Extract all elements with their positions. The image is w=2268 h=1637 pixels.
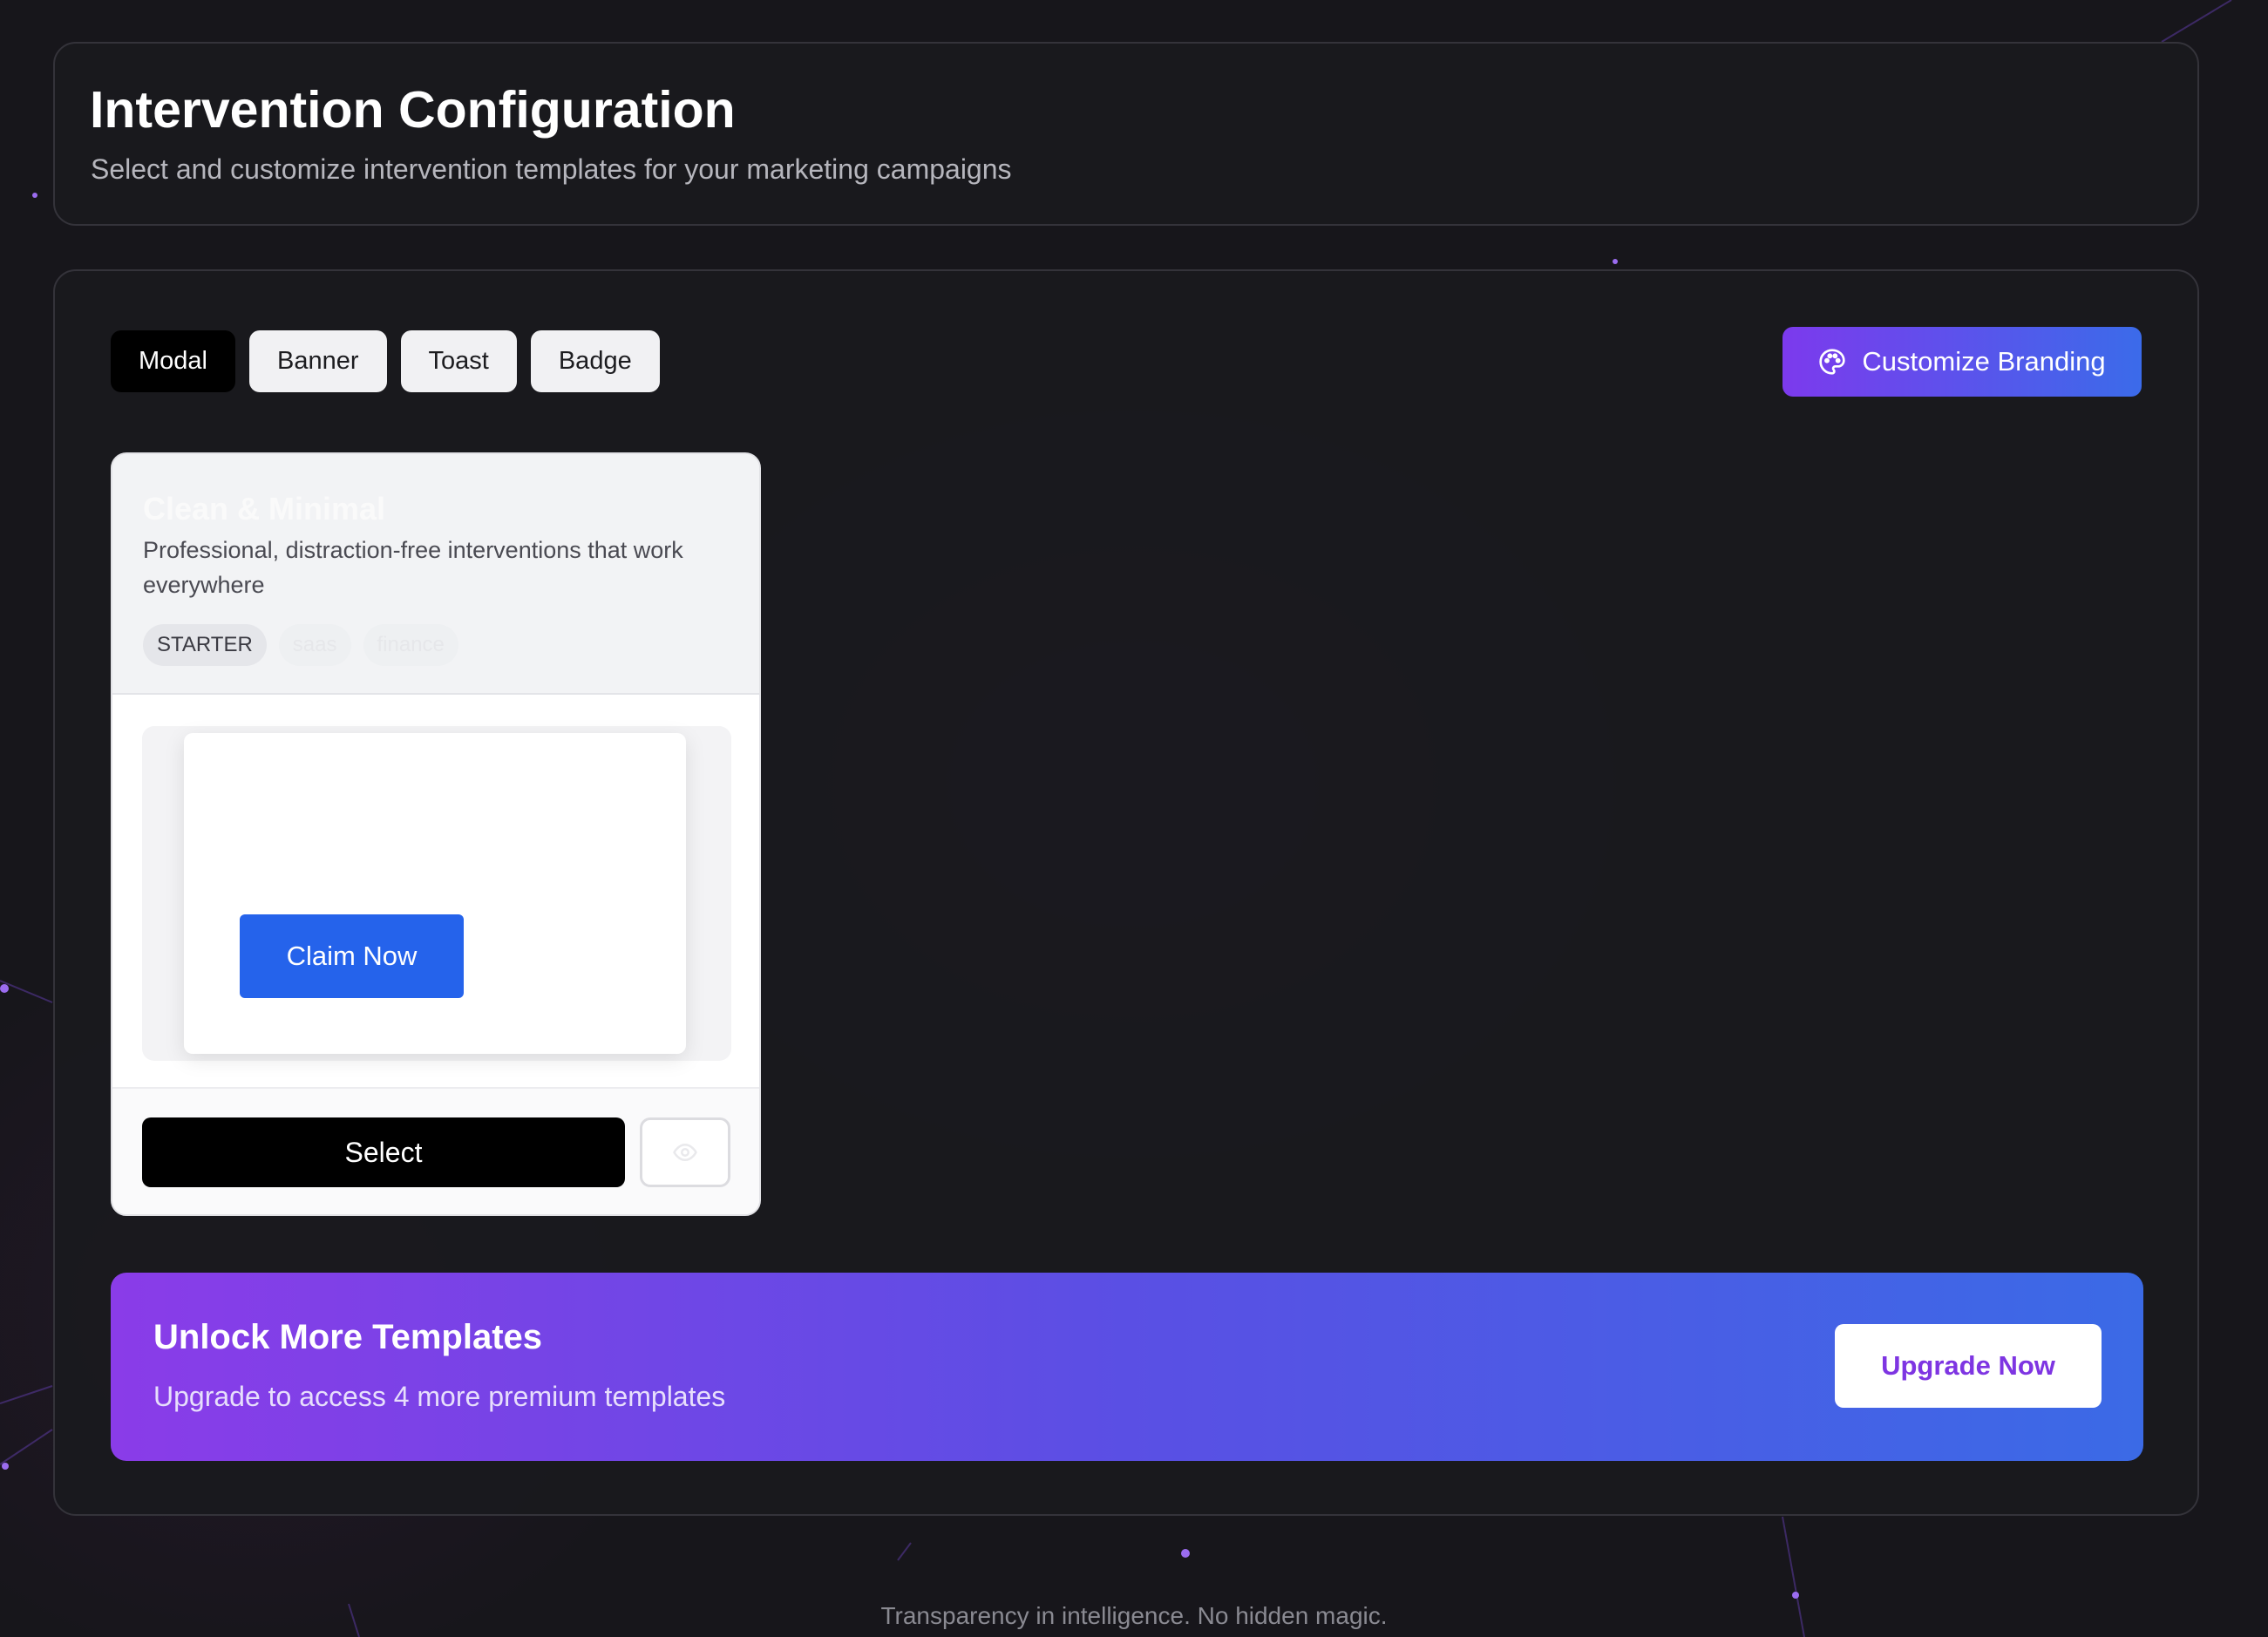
footer-tagline: Transparency in intelligence. No hidden … (880, 1602, 1388, 1629)
preview-cta-button: Claim Now (240, 914, 464, 998)
preview-modal: Claim Now (184, 733, 686, 1054)
palette-icon (1819, 349, 1846, 375)
upgrade-subtitle: Upgrade to access 4 more premium templat… (153, 1381, 726, 1412)
intervention-type-tabs: Modal Banner Toast Badge (111, 330, 660, 392)
select-template-button[interactable]: Select (142, 1117, 625, 1187)
upgrade-now-button[interactable]: Upgrade Now (1835, 1324, 2102, 1408)
template-tags: STARTER saas finance (143, 624, 458, 666)
template-preview: Claim Now (142, 726, 731, 1061)
customize-branding-button[interactable]: Customize Branding (1782, 327, 2142, 397)
header-card: Intervention Configuration Select and cu… (53, 42, 2199, 226)
tab-badge[interactable]: Badge (530, 330, 660, 392)
preview-template-button[interactable] (640, 1117, 730, 1187)
tag-tier: STARTER (143, 624, 267, 666)
template-card-header: Clean & Minimal Professional, distractio… (112, 454, 759, 695)
page-subtitle: Select and customize intervention templa… (91, 153, 1012, 185)
template-card-footer: Select (112, 1087, 759, 1214)
tag-industry: saas (278, 624, 351, 666)
template-card[interactable]: Clean & Minimal Professional, distractio… (111, 452, 761, 1216)
upgrade-banner: Unlock More Templates Upgrade to access … (111, 1273, 2143, 1461)
tab-banner[interactable]: Banner (249, 330, 387, 392)
page-title: Intervention Configuration (90, 81, 736, 139)
tab-modal[interactable]: Modal (111, 330, 235, 392)
tab-toast[interactable]: Toast (400, 330, 517, 392)
customize-branding-label: Customize Branding (1862, 346, 2106, 377)
template-name: Clean & Minimal (143, 491, 386, 526)
template-description: Professional, distraction-free intervent… (143, 537, 683, 598)
tag-industry: finance (363, 624, 458, 666)
eye-icon (673, 1144, 697, 1161)
upgrade-title: Unlock More Templates (153, 1318, 543, 1356)
template-panel: Modal Banner Toast Badge Customize Brand… (53, 269, 2199, 1516)
